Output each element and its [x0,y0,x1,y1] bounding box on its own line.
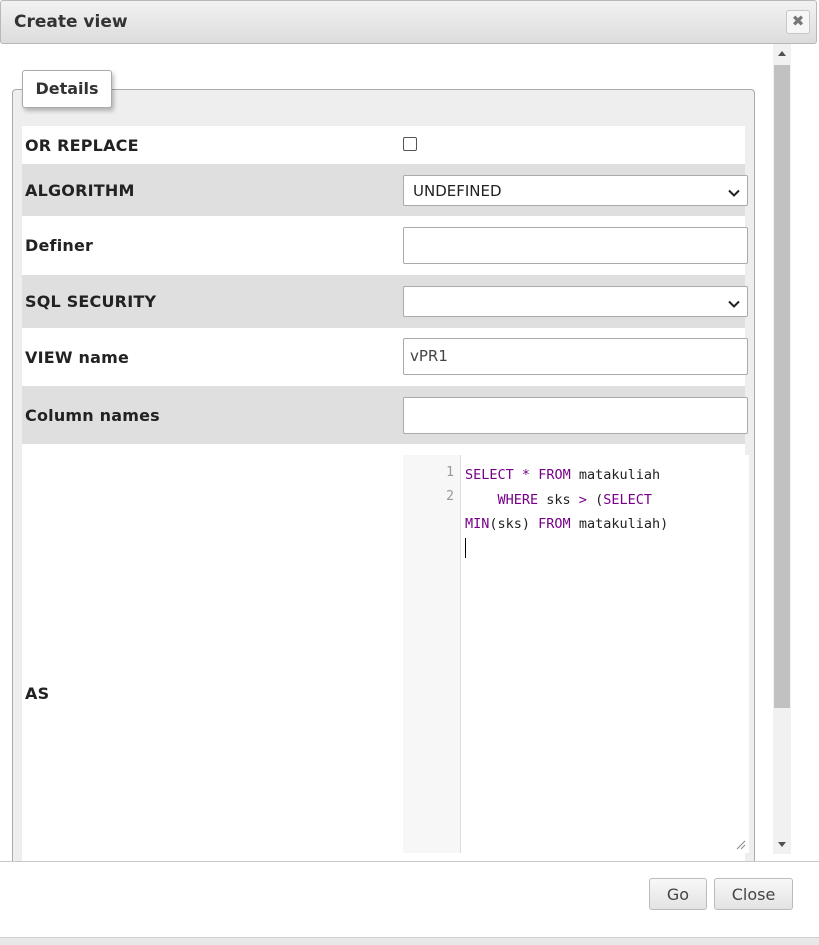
code-text: matakuliah) [570,516,669,532]
code-line [465,537,745,562]
code-line: SELECT * FROM matakuliah [465,463,745,488]
dialog-title: Create view [14,12,128,32]
dialog-footer: Go Close [0,861,819,945]
code-keyword: FROM [538,467,571,483]
row-view-name: VIEW name vPR1 [22,328,748,386]
code-keyword: SELECT [603,491,652,508]
code-keyword: MIN [465,516,490,532]
sql-security-select[interactable] [403,286,748,317]
row-column-names: Column names [22,386,748,444]
code-keyword: WHERE [497,491,539,508]
code-text: sks [538,491,579,508]
scroll-up-arrow-icon[interactable] [778,51,786,56]
chevron-down-icon [728,189,740,197]
scrollbar[interactable] [773,44,791,854]
view-name-label: VIEW name [25,348,129,367]
line-number-gutter: 1 2 [403,455,461,853]
dialog-body: Details OR REPLACE ALGORITHM UNDEFINED D… [0,44,819,861]
code-line: MIN(sks) FROM matakuliah) [465,512,745,537]
sql-code-editor[interactable]: 1 2 SELECT * FROM matakuliah WHERE sks >… [403,455,749,853]
row-definer: Definer [22,216,748,275]
or-replace-label: OR REPLACE [25,136,139,155]
chevron-down-icon [728,300,740,308]
as-label: AS [25,684,50,703]
code-text: matakuliah [570,467,661,483]
sql-code[interactable]: SELECT * FROM matakuliah WHERE sks > (SE… [465,463,745,561]
go-button[interactable]: Go [649,878,707,910]
resize-handle-icon[interactable] [736,840,746,850]
algorithm-label: ALGORITHM [25,181,135,200]
scrollbar-thumb[interactable] [774,65,790,708]
row-sql-security: SQL SECURITY [22,275,748,328]
code-text: (sks) [489,516,539,532]
line-number: 1 [446,465,454,480]
code-keyword: SELECT [465,467,514,483]
sql-security-label: SQL SECURITY [25,292,157,311]
view-name-input[interactable]: vPR1 [403,338,748,375]
line-number: 2 [446,489,454,504]
code-text: ( [586,491,604,508]
dialog-titlebar[interactable]: Create view ✖ [0,0,817,44]
close-button[interactable]: Close [714,878,793,910]
tab-details[interactable]: Details [22,70,112,108]
text-cursor [465,537,466,558]
column-names-label: Column names [25,406,160,425]
code-line: WHERE sks > (SELECT [465,488,745,513]
code-keyword: * [521,467,531,483]
row-or-replace: OR REPLACE [22,126,745,164]
row-algorithm: ALGORITHM UNDEFINED [22,164,748,216]
definer-label: Definer [25,236,94,255]
row-as: AS 1 2 SELECT * FROM matakuliah WHERE sk… [22,444,749,861]
code-keyword: FROM [538,516,571,532]
column-names-input[interactable] [403,397,748,434]
or-replace-checkbox[interactable] [403,137,417,151]
code-keyword: > [578,491,587,508]
definer-input[interactable] [403,227,748,264]
algorithm-value: UNDEFINED [413,182,502,200]
close-icon[interactable]: ✖ [786,10,810,34]
algorithm-select[interactable]: UNDEFINED [403,175,748,206]
scroll-down-arrow-icon[interactable] [778,842,786,847]
